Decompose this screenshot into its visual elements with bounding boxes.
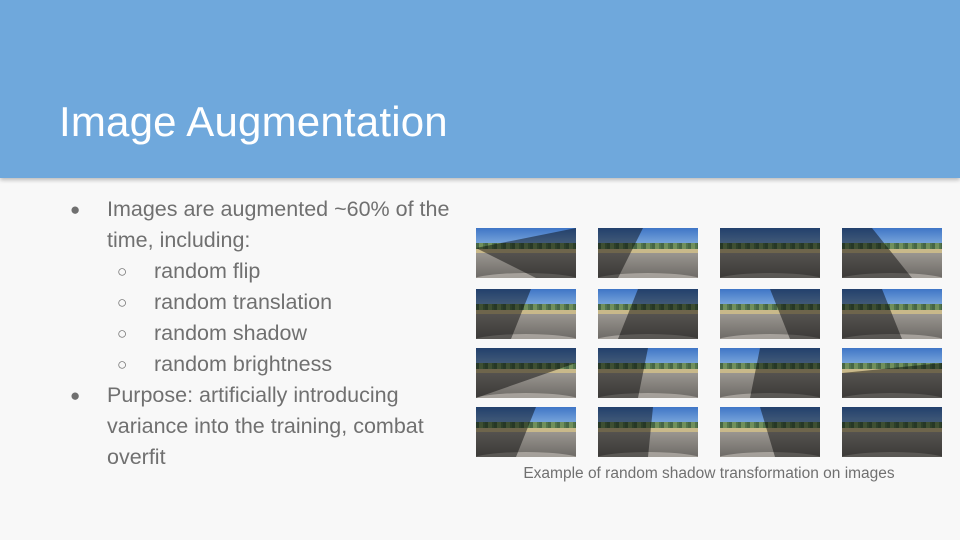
example-thumbnail: [598, 289, 698, 339]
thumbnail-shadow-overlay: [720, 228, 820, 278]
example-thumbnail: [598, 228, 698, 278]
bullet-list: ● Images are augmented ~60% of the time,…: [70, 194, 470, 473]
slide-title: Image Augmentation: [59, 98, 448, 145]
sub-bullet-circle-icon: ○: [117, 293, 128, 312]
example-thumbnail: [598, 348, 698, 398]
sub-bullet-text: random brightness: [154, 352, 333, 376]
example-thumbnail: [476, 407, 576, 457]
sub-bullet-item: ○ random translation: [70, 287, 470, 318]
title-banner: [0, 0, 960, 178]
example-thumbnail: [476, 289, 576, 339]
example-thumbnail: [476, 348, 576, 398]
example-thumbnail: [842, 407, 942, 457]
example-thumbnail: [842, 289, 942, 339]
sub-bullet-text: random flip: [154, 259, 261, 283]
sub-bullet-circle-icon: ○: [117, 355, 128, 374]
example-thumbnail: [476, 228, 576, 278]
sub-bullet-circle-icon: ○: [117, 324, 128, 343]
bullet-dot-icon: ●: [70, 200, 81, 219]
example-thumbnail: [598, 407, 698, 457]
thumbnail-shadow-overlay: [842, 407, 942, 457]
bullet-dot-icon: ●: [70, 386, 81, 405]
sub-bullet-item: ○ random shadow: [70, 318, 470, 349]
bullet-text: Purpose: artificially introducing varian…: [107, 383, 424, 469]
figure-caption: Example of random shadow transformation …: [523, 465, 895, 482]
bullet-item: ● Images are augmented ~60% of the time,…: [70, 194, 470, 256]
example-thumbnail: [842, 228, 942, 278]
example-thumbnail: [720, 407, 820, 457]
bullet-item: ● Purpose: artificially introducing vari…: [70, 380, 470, 473]
sub-bullet-circle-icon: ○: [117, 262, 128, 281]
sub-bullet-text: random shadow: [154, 321, 307, 345]
sub-bullet-text: random translation: [154, 290, 333, 314]
example-thumbnail: [720, 289, 820, 339]
example-thumbnail: [842, 348, 942, 398]
sub-bullet-item: ○ random flip: [70, 256, 470, 287]
example-thumbnail: [720, 228, 820, 278]
example-thumbnail: [720, 348, 820, 398]
sub-bullet-item: ○ random brightness: [70, 349, 470, 380]
shadow-example-image-grid: [476, 228, 942, 458]
bullet-text: Images are augmented ~60% of the time, i…: [107, 197, 450, 252]
